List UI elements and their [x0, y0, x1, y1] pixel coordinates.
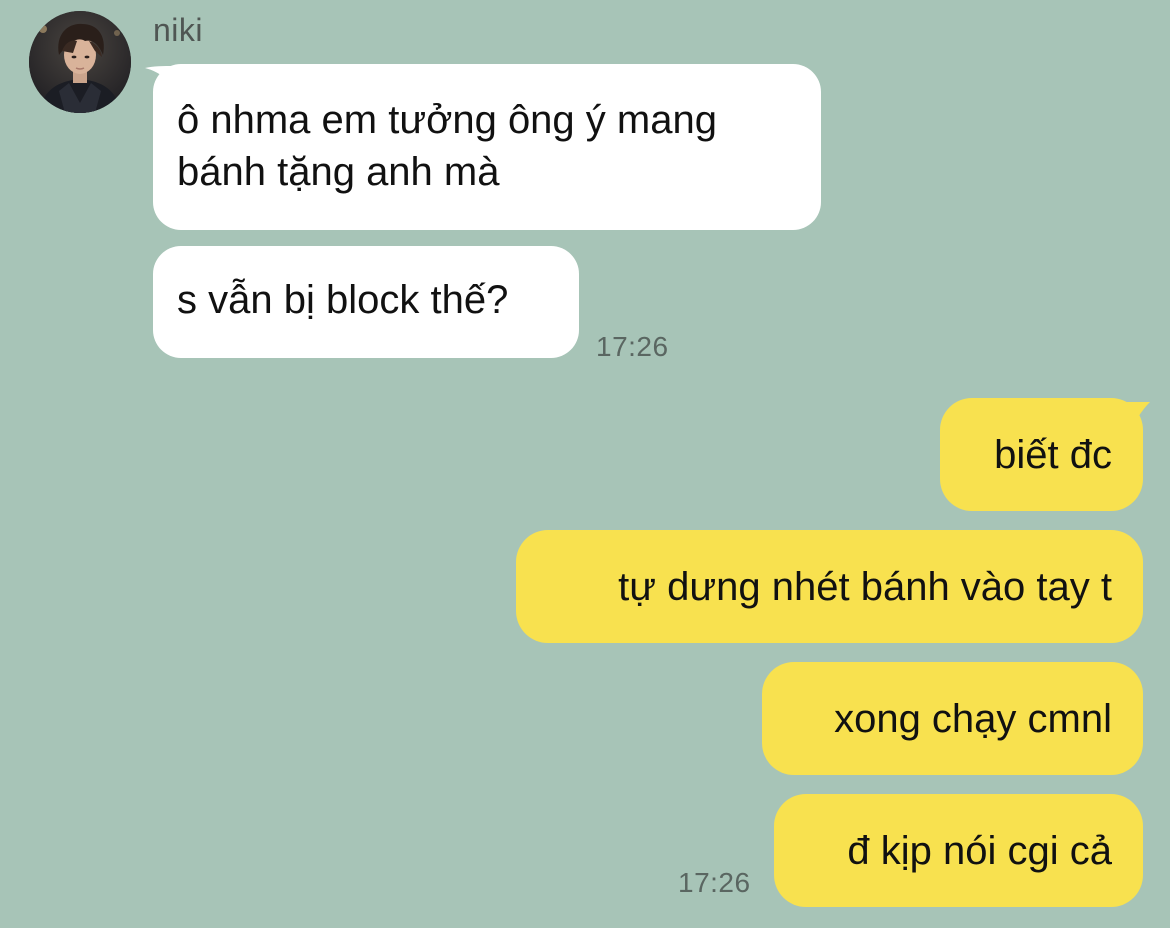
message-bubble-outgoing[interactable]: xong chạy cmnl	[762, 662, 1143, 775]
message-timestamp: 17:26	[678, 867, 751, 898]
contact-name: niki	[153, 12, 204, 48]
message-bubble-outgoing[interactable]: tự dưng nhét bánh vào tay t	[516, 530, 1143, 643]
message-bubble-outgoing[interactable]: đ kịp nói cgi cả	[774, 794, 1143, 907]
message-text: s vẫn bị block thế?	[177, 278, 509, 322]
message-timestamp: 17:26	[596, 331, 669, 362]
message-bubble-incoming[interactable]: ô nhma em tưởng ông ý mang bánh tặng anh…	[153, 64, 821, 230]
contact-avatar[interactable]	[29, 11, 131, 113]
chat-view: niki ô nhma em tưởng ông ý mang bánh tặn…	[0, 0, 1170, 928]
message-text: biết đc	[994, 433, 1112, 477]
message-text-line: bánh tặng anh mà	[177, 150, 500, 194]
profile-photo-icon	[29, 11, 131, 113]
message-text: đ kịp nói cgi cả	[847, 829, 1112, 873]
message-text: xong chạy cmnl	[834, 697, 1112, 741]
message-bubble-outgoing[interactable]: biết đc	[940, 398, 1143, 511]
message-text-line: ô nhma em tưởng ông ý mang	[177, 98, 717, 142]
message-text: tự dưng nhét bánh vào tay t	[618, 565, 1112, 609]
message-bubble-incoming[interactable]: s vẫn bị block thế?	[153, 246, 579, 358]
